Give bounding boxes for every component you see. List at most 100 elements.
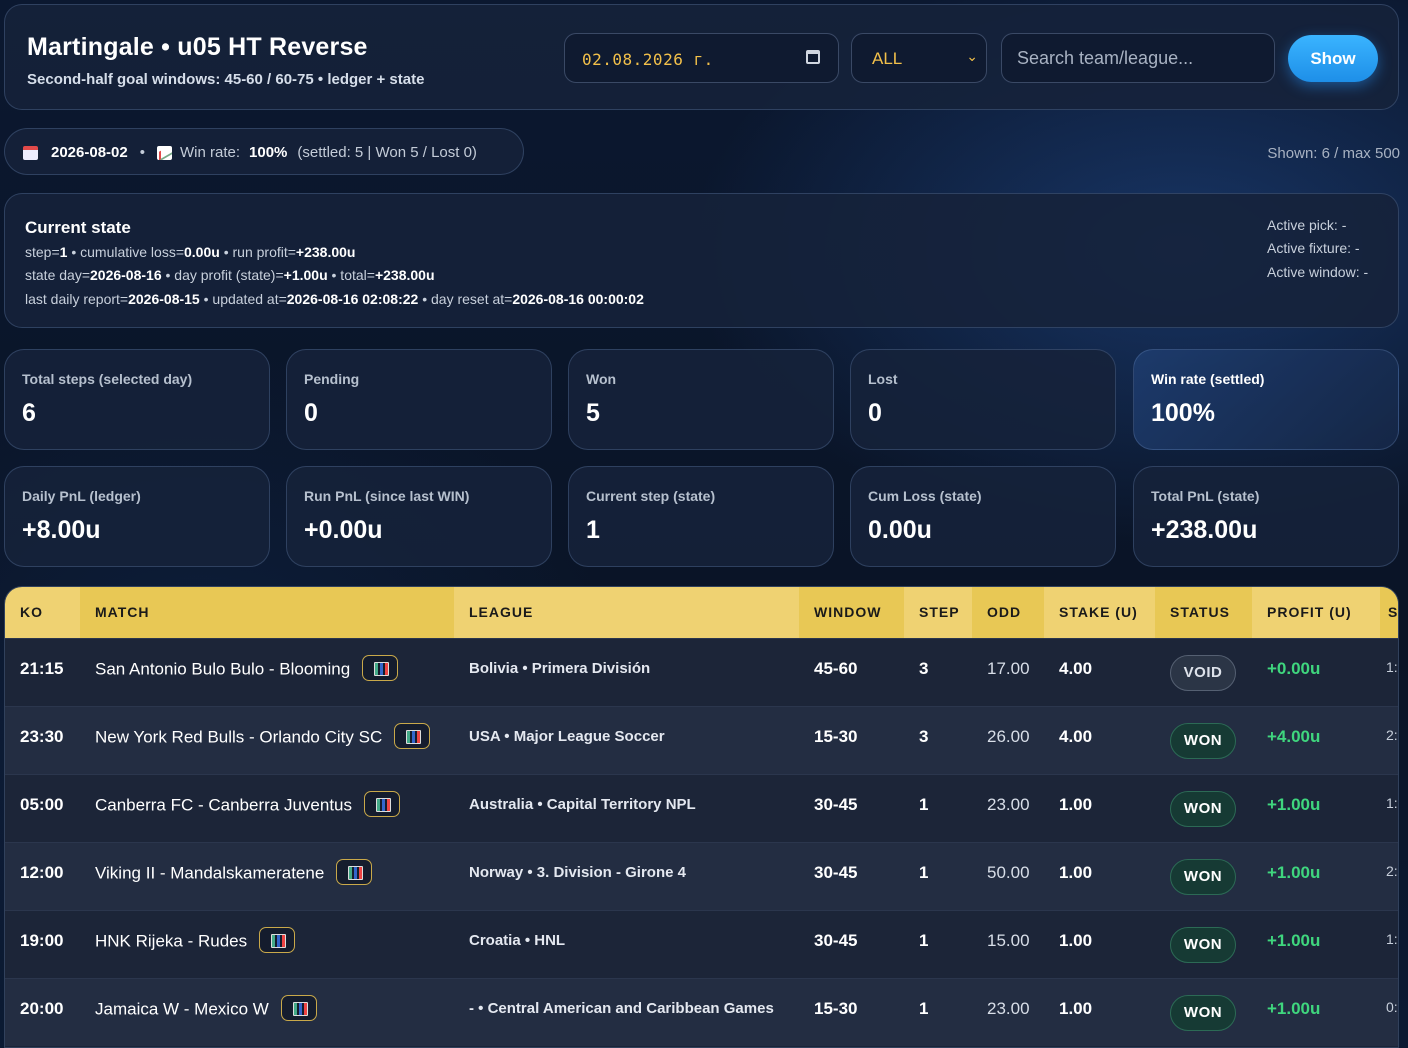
bar-chart-icon[interactable]: [280, 994, 317, 1021]
table-row[interactable]: 12:00 Viking II - Mandalskameratene Norway…: [5, 841, 1398, 910]
stat-card-lost: Lost 0: [850, 349, 1116, 450]
col-header-step[interactable]: STEP: [904, 587, 972, 638]
cell-score: 2:: [1380, 705, 1398, 774]
show-button[interactable]: Show: [1288, 35, 1378, 82]
ledger-table: KO MATCH LEAGUE WINDOW STEP ODD STAKE (U…: [5, 587, 1398, 1046]
match-name[interactable]: Viking II - Mandalskameratene: [95, 863, 324, 882]
page-title: Martingale • u05 HT Reverse: [27, 33, 368, 61]
separator-dot: •: [139, 144, 145, 161]
bar-chart-icon[interactable]: [362, 654, 399, 681]
cell-window: 30-45: [799, 909, 904, 978]
match-name[interactable]: San Antonio Bulo Bulo - Blooming: [95, 659, 350, 678]
cell-odd: 23.00: [972, 773, 1044, 842]
stat-label: Total PnL (state): [1151, 488, 1260, 504]
chevron-down-icon: ⌄: [966, 48, 978, 64]
stat-card-pending: Pending 0: [286, 349, 552, 450]
col-header-ko[interactable]: KO: [5, 587, 80, 638]
table-row[interactable]: 21:15 San Antonio Bulo Bulo - Blooming Bol…: [5, 637, 1398, 706]
match-name[interactable]: Canberra FC - Canberra Juventus: [95, 795, 352, 814]
match-name[interactable]: New York Red Bulls - Orlando City SC: [95, 727, 382, 746]
cell-profit: +0.00u: [1252, 637, 1380, 706]
bar-chart-icon[interactable]: [394, 722, 431, 749]
table-row[interactable]: 20:00 Jamaica W - Mexico W - • Central Ame…: [5, 977, 1398, 1046]
stat-value: 100%: [1151, 399, 1215, 427]
cell-step: 1: [904, 773, 972, 842]
cell-stake: 1.00: [1044, 773, 1155, 842]
col-header-score[interactable]: SC: [1380, 587, 1398, 638]
stat-card-run-pnl: Run PnL (since last WIN) +0.00u: [286, 466, 552, 567]
col-header-stake[interactable]: STAKE (U): [1044, 587, 1155, 638]
table-row[interactable]: 05:00 Canberra FC - Canberra Juventus Aust…: [5, 773, 1398, 842]
bar-chart-icon[interactable]: [259, 926, 296, 953]
cell-ko: 19:00: [5, 909, 80, 978]
stat-label: Current step (state): [586, 488, 716, 504]
current-state-panel: Current state step=1 • cumulative loss=0…: [4, 193, 1399, 328]
table-row[interactable]: 23:30 New York Red Bulls - Orlando City S…: [5, 705, 1398, 774]
calendar-icon[interactable]: [806, 50, 820, 64]
state-line-2: state day=2026-08-16 • day profit (state…: [25, 267, 435, 283]
status-badge: WON: [1170, 858, 1236, 895]
cell-odd: 15.00: [972, 909, 1044, 978]
match-name[interactable]: Jamaica W - Mexico W: [95, 999, 269, 1018]
stat-value: +238.00u: [1151, 516, 1258, 544]
cell-window: 45-60: [799, 637, 904, 706]
col-header-odd[interactable]: ODD: [972, 587, 1044, 638]
table-row[interactable]: 19:00 HNK Rijeka - Rudes Croatia • HNL 30-4…: [5, 909, 1398, 978]
cell-match: New York Red Bulls - Orlando City SC: [80, 705, 454, 774]
col-header-league[interactable]: LEAGUE: [454, 587, 799, 638]
cell-score: 1:: [1380, 637, 1398, 706]
search-field[interactable]: [1001, 33, 1275, 83]
cell-stake: 1.00: [1044, 909, 1155, 978]
cell-profit: +1.00u: [1252, 977, 1380, 1046]
status-badge: WON: [1170, 994, 1236, 1031]
stat-value: 1: [586, 516, 600, 544]
col-header-profit[interactable]: PROFIT (U): [1252, 587, 1380, 638]
bar-chart-icon[interactable]: [336, 858, 373, 885]
cell-stake: 1.00: [1044, 977, 1155, 1046]
cell-match: Canberra FC - Canberra Juventus: [80, 773, 454, 842]
stat-card-won: Won 5: [568, 349, 834, 450]
cell-match: Viking II - Mandalskameratene: [80, 841, 454, 910]
cell-window: 30-45: [799, 841, 904, 910]
bar-chart-icon[interactable]: [364, 790, 401, 817]
stat-card-total-pnl: Total PnL (state) +238.00u: [1133, 466, 1399, 567]
shown-count: Shown: 6 / max 500: [1267, 145, 1400, 162]
stat-label: Total steps (selected day): [22, 371, 193, 387]
state-line-1: step=1 • cumulative loss=0.00u • run pro…: [25, 244, 356, 260]
cell-ko: 21:15: [5, 637, 80, 706]
stat-card-winrate: Win rate (settled) 100%: [1133, 349, 1399, 450]
col-header-match[interactable]: MATCH: [80, 587, 454, 638]
cell-match: San Antonio Bulo Bulo - Blooming: [80, 637, 454, 706]
stat-label: Cum Loss (state): [868, 488, 982, 504]
header-panel: Martingale • u05 HT Reverse Second-half …: [4, 4, 1399, 110]
cell-league: Croatia • HNL: [454, 909, 799, 978]
cell-ko: 05:00: [5, 773, 80, 842]
date-input[interactable]: 02.08.2026 г.: [564, 33, 839, 83]
cell-match: Jamaica W - Mexico W: [80, 977, 454, 1046]
cell-step: 1: [904, 977, 972, 1046]
cell-score: 2:: [1380, 841, 1398, 910]
filter-select[interactable]: ALL ⌄: [851, 33, 987, 83]
match-name[interactable]: HNK Rijeka - Rudes: [95, 931, 247, 950]
search-input[interactable]: [1002, 34, 1274, 82]
cell-league: Norway • 3. Division - Girone 4: [454, 841, 799, 910]
cell-odd: 50.00: [972, 841, 1044, 910]
cell-profit: +1.00u: [1252, 773, 1380, 842]
cell-window: 30-45: [799, 773, 904, 842]
cell-status: WON: [1155, 773, 1252, 842]
cell-score: 1:: [1380, 773, 1398, 842]
col-header-window[interactable]: WINDOW: [799, 587, 904, 638]
ledger-table-container[interactable]: KO MATCH LEAGUE WINDOW STEP ODD STAKE (U…: [4, 586, 1399, 1048]
col-header-status[interactable]: STATUS: [1155, 587, 1252, 638]
table-header-row: KO MATCH LEAGUE WINDOW STEP ODD STAKE (U…: [5, 587, 1398, 638]
cell-step: 1: [904, 909, 972, 978]
cell-step: 1: [904, 841, 972, 910]
status-badge: WON: [1170, 926, 1236, 963]
cell-status: WON: [1155, 977, 1252, 1046]
date-value: 02.08.2026 г.: [582, 50, 714, 69]
stat-value: 5: [586, 399, 600, 427]
state-line-3: last daily report=2026-08-15 • updated a…: [25, 291, 644, 307]
cell-status: WON: [1155, 705, 1252, 774]
stat-card-daily-pnl: Daily PnL (ledger) +8.00u: [4, 466, 270, 567]
calendar-icon: [23, 145, 38, 160]
